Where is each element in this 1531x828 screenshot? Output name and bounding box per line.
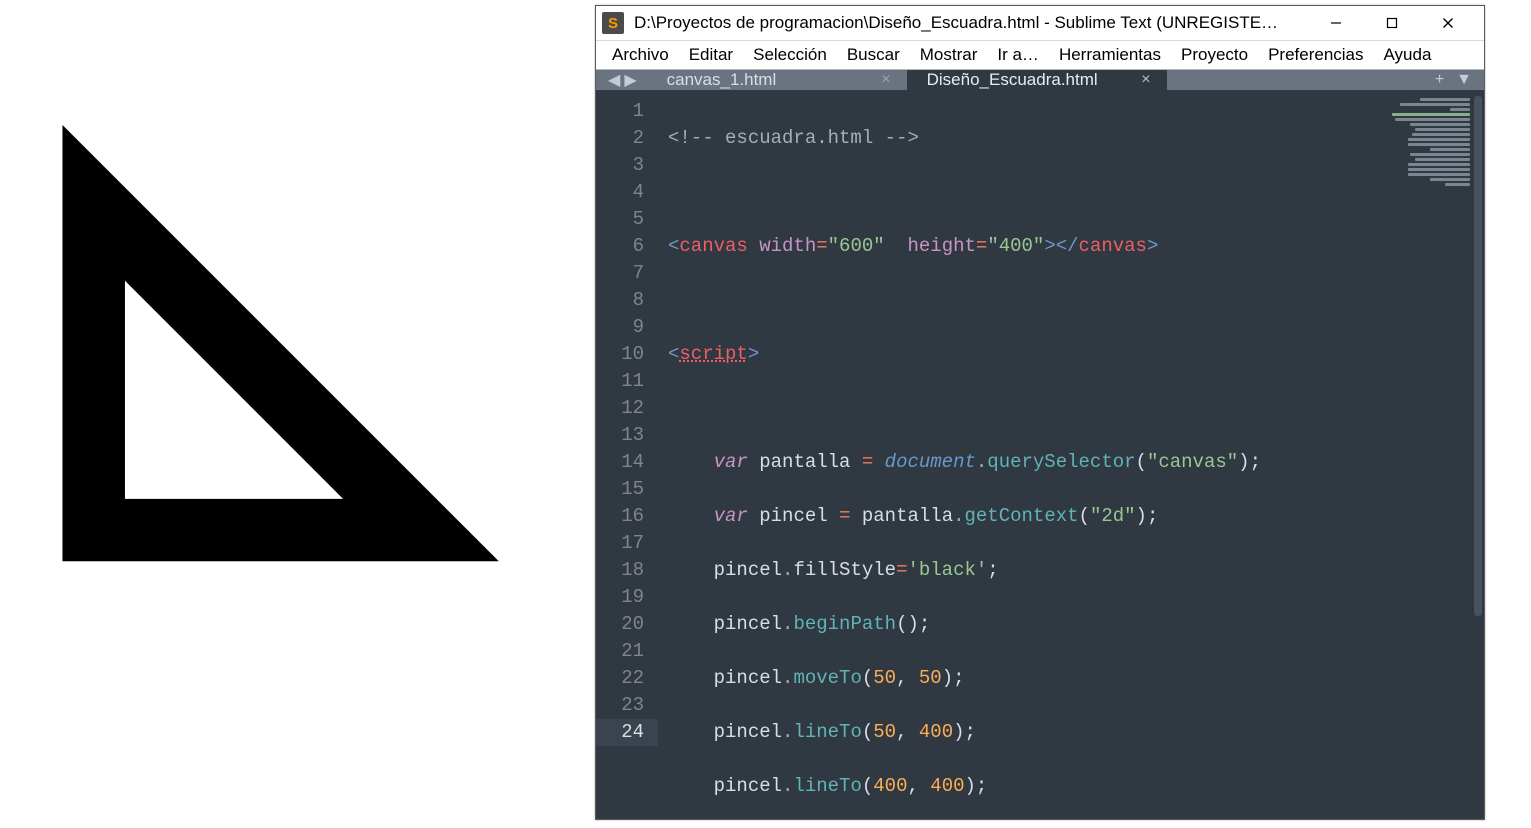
- menu-ir-a[interactable]: Ir a…: [987, 41, 1049, 69]
- title-bar[interactable]: S D:\Proyectos de programacion\Diseño_Es…: [596, 6, 1484, 41]
- tab-label: Diseño_Escuadra.html: [927, 70, 1098, 90]
- tab-right-controls: + ▼: [1423, 70, 1484, 90]
- line-number: 9: [596, 314, 644, 341]
- line-number: 7: [596, 260, 644, 287]
- app-icon-letter: S: [608, 16, 618, 31]
- line-number: 4: [596, 179, 644, 206]
- code-line: [668, 287, 1484, 314]
- code-line: var pantalla = document.querySelector("c…: [668, 449, 1484, 476]
- maximize-button[interactable]: [1364, 6, 1420, 40]
- tab-dropdown-icon[interactable]: ▼: [1456, 71, 1472, 89]
- code-line: pincel.lineTo(400, 400);: [668, 773, 1484, 800]
- menu-preferencias[interactable]: Preferencias: [1258, 41, 1373, 69]
- line-number: 8: [596, 287, 644, 314]
- close-button[interactable]: [1420, 6, 1476, 40]
- line-number: 5: [596, 206, 644, 233]
- line-number: 19: [596, 584, 644, 611]
- menu-herramientas[interactable]: Herramientas: [1049, 41, 1171, 69]
- line-number: 14: [596, 449, 644, 476]
- tab-close-icon[interactable]: ×: [1121, 71, 1150, 89]
- line-number: 11: [596, 368, 644, 395]
- line-number: 15: [596, 476, 644, 503]
- line-number: 12: [596, 395, 644, 422]
- menu-mostrar[interactable]: Mostrar: [910, 41, 988, 69]
- code-area[interactable]: <!-- escuadra.html --> <canvas width="60…: [658, 90, 1484, 819]
- line-number: 1: [596, 98, 644, 125]
- line-number: 6: [596, 233, 644, 260]
- code-line: <canvas width="600" height="400"></canva…: [668, 233, 1484, 260]
- menu-seleccion[interactable]: Selección: [743, 41, 837, 69]
- gutter: 1 2 3 4 5 6 7 8 9 10 11 12 13 14 15 16 1…: [596, 90, 658, 819]
- triangle-shape: [0, 0, 595, 720]
- code-line: <script>: [668, 341, 1484, 368]
- line-number: 24: [596, 719, 658, 746]
- line-number: 20: [596, 611, 644, 638]
- app-icon: S: [602, 12, 624, 34]
- tab-label: canvas_1.html: [667, 70, 777, 90]
- menu-proyecto[interactable]: Proyecto: [1171, 41, 1258, 69]
- editor-area[interactable]: 1 2 3 4 5 6 7 8 9 10 11 12 13 14 15 16 1…: [596, 90, 1484, 819]
- menu-buscar[interactable]: Buscar: [837, 41, 910, 69]
- canvas-output: [0, 0, 595, 828]
- menu-ayuda[interactable]: Ayuda: [1374, 41, 1442, 69]
- line-number: 16: [596, 503, 644, 530]
- line-number: 18: [596, 557, 644, 584]
- line-number: 23: [596, 692, 644, 719]
- code-line: pincel.moveTo(50, 50);: [668, 665, 1484, 692]
- tab-close-icon[interactable]: ×: [861, 71, 890, 89]
- line-number: 13: [596, 422, 644, 449]
- line-number: 10: [596, 341, 644, 368]
- tab-diseno-escuadra[interactable]: Diseño_Escuadra.html ×: [907, 70, 1167, 90]
- tab-back-icon[interactable]: ◀: [608, 70, 620, 90]
- code-line: pincel.beginPath();: [668, 611, 1484, 638]
- line-number: 22: [596, 665, 644, 692]
- line-number: 3: [596, 152, 644, 179]
- line-number: 2: [596, 125, 644, 152]
- window-title: D:\Proyectos de programacion\Diseño_Escu…: [634, 13, 1308, 33]
- menu-editar[interactable]: Editar: [679, 41, 743, 69]
- new-tab-icon[interactable]: +: [1435, 71, 1444, 89]
- tab-canvas-1[interactable]: canvas_1.html ×: [647, 70, 907, 90]
- minimize-button[interactable]: [1308, 6, 1364, 40]
- code-line: pincel.fillStyle='black';: [668, 557, 1484, 584]
- code-line: [668, 395, 1484, 422]
- code-line: <!-- escuadra.html -->: [668, 125, 1484, 152]
- line-number: 21: [596, 638, 644, 665]
- sublime-window: S D:\Proyectos de programacion\Diseño_Es…: [595, 5, 1485, 820]
- window-controls: [1308, 6, 1476, 40]
- menu-archivo[interactable]: Archivo: [602, 41, 679, 69]
- menu-bar: Archivo Editar Selección Buscar Mostrar …: [596, 41, 1484, 70]
- tab-bar: ◀ ▶ canvas_1.html × Diseño_Escuadra.html…: [596, 70, 1484, 90]
- line-number: 17: [596, 530, 644, 557]
- code-line: [668, 179, 1484, 206]
- code-line: var pincel = pantalla.getContext("2d");: [668, 503, 1484, 530]
- tab-nav: ◀ ▶: [596, 70, 647, 90]
- vertical-scrollbar[interactable]: [1472, 90, 1484, 819]
- code-line: pincel.lineTo(50, 400);: [668, 719, 1484, 746]
- tab-forward-icon[interactable]: ▶: [624, 70, 636, 90]
- scrollbar-thumb[interactable]: [1474, 96, 1482, 616]
